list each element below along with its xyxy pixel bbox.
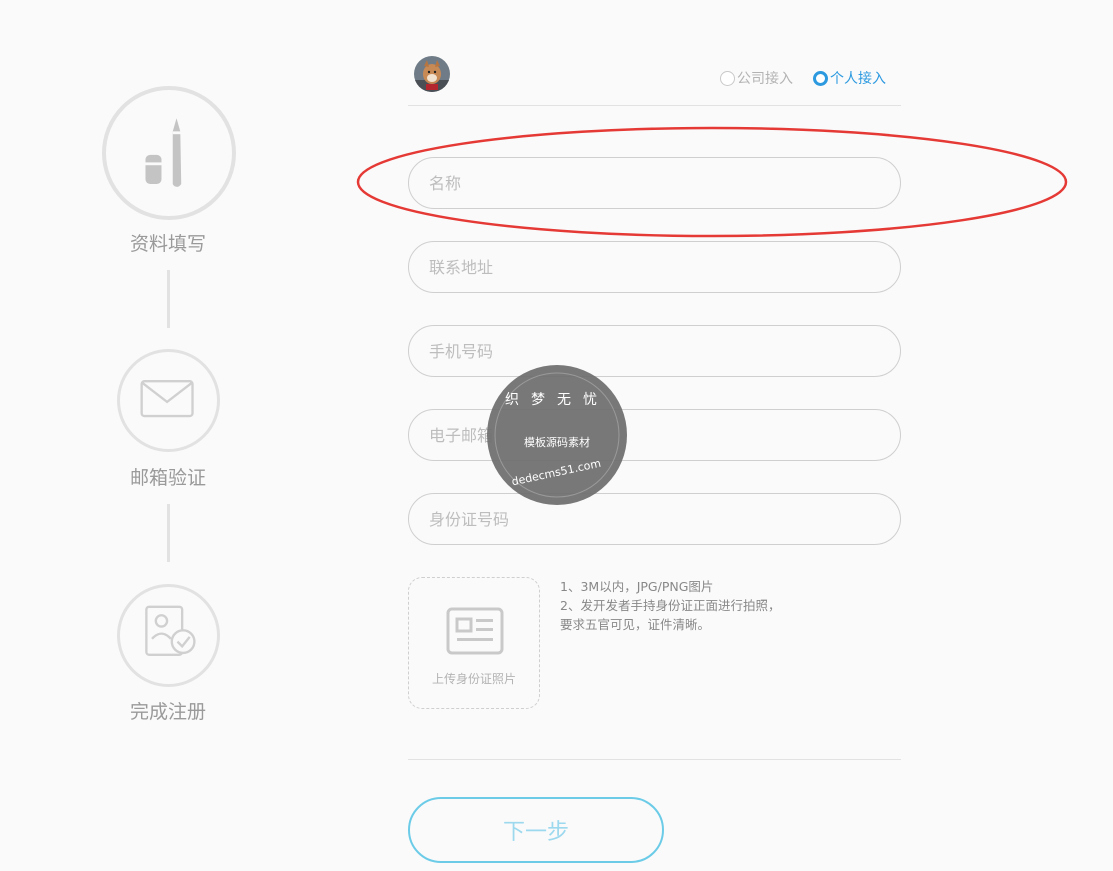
watermark-top-text: 织梦无忧: [505, 392, 609, 408]
id-number-input[interactable]: [409, 494, 900, 544]
upload-note: 要求五官可见，证件清晰。: [560, 617, 711, 632]
pen-icon: [145, 118, 182, 187]
address-input[interactable]: [409, 242, 900, 292]
radio-company-access[interactable]: 公司接入: [720, 68, 793, 88]
step-connector: [167, 270, 170, 328]
step-1-circle: [102, 86, 236, 220]
step-1-label: 资料填写: [129, 233, 206, 255]
name-input[interactable]: [409, 158, 900, 208]
upload-note: 1、3M以内，JPG/PNG图片: [560, 579, 714, 594]
email-input[interactable]: [409, 410, 900, 460]
id-card-icon: [446, 607, 504, 655]
radio-label: 公司接入: [737, 71, 793, 87]
next-step-button[interactable]: 下一步: [408, 797, 664, 863]
id-number-field[interactable]: [408, 493, 901, 545]
step-3-label: 完成注册: [129, 701, 206, 723]
radio-unchecked-icon[interactable]: [720, 70, 735, 86]
upload-note: 2、发开发者手持身份证正面进行拍照，: [560, 598, 781, 613]
avatar[interactable]: [414, 56, 450, 92]
envelope-icon: [140, 380, 194, 418]
upload-id-photo-button[interactable]: 上传身份证照片: [408, 577, 540, 709]
id-check-icon: [145, 605, 196, 656]
upload-label: 上传身份证照片: [431, 672, 516, 686]
access-type-radio-group: 公司接入 个人接入: [720, 68, 886, 88]
avatar-dog-icon: [414, 56, 450, 92]
radio-checked-icon[interactable]: [813, 70, 828, 86]
footer-divider: [408, 759, 901, 760]
name-field[interactable]: [408, 157, 901, 209]
radio-label: 个人接入: [830, 71, 886, 87]
header-divider: [408, 105, 901, 106]
step-2-circle: [117, 349, 220, 452]
phone-field[interactable]: [408, 325, 901, 377]
step-2-label: 邮箱验证: [129, 467, 206, 489]
email-field[interactable]: [408, 409, 901, 461]
step-3-circle: [117, 584, 220, 687]
upload-notes: 1、3M以内，JPG/PNG图片 2、发开发者手持身份证正面进行拍照， 要求五官…: [560, 577, 780, 634]
step-connector: [167, 504, 170, 562]
phone-input[interactable]: [409, 326, 900, 376]
address-field[interactable]: [408, 241, 901, 293]
radio-personal-access[interactable]: 个人接入: [813, 68, 886, 88]
watermark-bottom-text: dedecms51.com: [510, 457, 602, 489]
